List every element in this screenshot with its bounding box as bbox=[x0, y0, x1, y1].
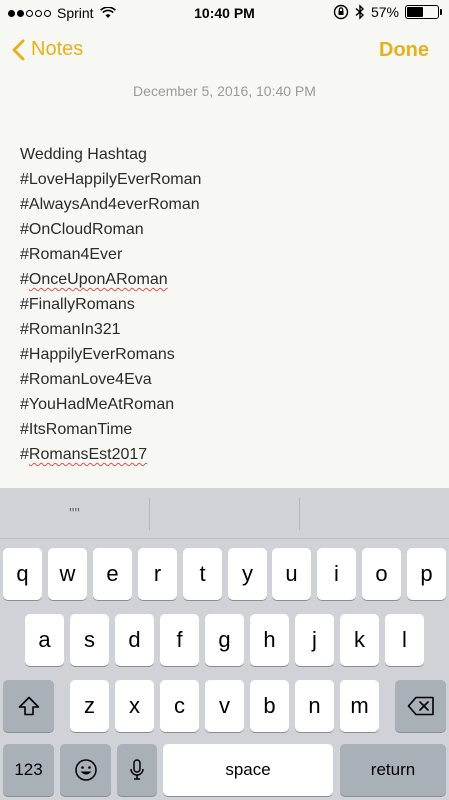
note-line: #AlwaysAnd4everRoman bbox=[20, 196, 200, 213]
status-bar: Sprint 10:40 PM 57% bbox=[0, 0, 449, 26]
key-s[interactable]: s bbox=[70, 614, 109, 666]
prediction-1[interactable]: "" bbox=[0, 488, 149, 538]
key-m[interactable]: m bbox=[340, 680, 379, 732]
note-line: #ItsRomanTime bbox=[20, 421, 133, 438]
numbers-key[interactable]: 123 bbox=[3, 744, 54, 796]
back-button[interactable]: Notes bbox=[12, 38, 83, 61]
key-j[interactable]: j bbox=[295, 614, 334, 666]
note-line: #LoveHappilyEverRoman bbox=[20, 171, 202, 188]
chevron-left-icon bbox=[12, 39, 25, 60]
microphone-icon bbox=[130, 759, 144, 780]
emoji-key[interactable] bbox=[60, 744, 111, 796]
key-r[interactable]: r bbox=[138, 548, 177, 600]
key-k[interactable]: k bbox=[340, 614, 379, 666]
key-f[interactable]: f bbox=[160, 614, 199, 666]
note-line: #OnCloudRoman bbox=[20, 221, 144, 238]
shift-key[interactable] bbox=[3, 680, 54, 732]
delete-key[interactable] bbox=[395, 680, 446, 732]
key-g[interactable]: g bbox=[205, 614, 244, 666]
key-i[interactable]: i bbox=[317, 548, 356, 600]
key-n[interactable]: n bbox=[295, 680, 334, 732]
backspace-icon bbox=[407, 696, 434, 716]
key-a[interactable]: a bbox=[25, 614, 64, 666]
prediction-2[interactable] bbox=[150, 488, 299, 538]
note-date: December 5, 2016, 10:40 PM bbox=[133, 83, 316, 99]
note-line: #RomansEst2017 bbox=[20, 444, 201, 469]
keyboard: "" q w e r t y u i o p a s d f g h j k l… bbox=[0, 488, 449, 800]
key-z[interactable]: z bbox=[70, 680, 109, 732]
battery-percent: 57% bbox=[370, 4, 399, 20]
key-p[interactable]: p bbox=[407, 548, 446, 600]
key-o[interactable]: o bbox=[362, 548, 401, 600]
key-e[interactable]: e bbox=[93, 548, 132, 600]
note-line: #OnceUponARoman bbox=[20, 269, 201, 294]
note-line: Wedding Hashtag bbox=[20, 146, 147, 163]
note-line: #Roman4Ever bbox=[20, 246, 123, 263]
battery-icon bbox=[405, 5, 442, 19]
back-label: Notes bbox=[31, 38, 84, 60]
shift-icon bbox=[18, 696, 39, 716]
key-y[interactable]: y bbox=[228, 548, 267, 600]
navigation-bar: Notes Done bbox=[0, 26, 449, 76]
predictive-bar: "" bbox=[0, 488, 449, 539]
key-v[interactable]: v bbox=[205, 680, 244, 732]
note-line: #FinallyRomans bbox=[20, 296, 135, 313]
key-u[interactable]: u bbox=[272, 548, 311, 600]
done-button[interactable]: Done bbox=[379, 39, 429, 62]
emoji-icon bbox=[74, 759, 97, 781]
key-h[interactable]: h bbox=[250, 614, 289, 666]
space-key[interactable]: space bbox=[163, 744, 333, 796]
bluetooth-icon bbox=[355, 4, 364, 20]
key-q[interactable]: q bbox=[3, 548, 42, 600]
key-d[interactable]: d bbox=[115, 614, 154, 666]
dictation-key[interactable] bbox=[117, 744, 157, 796]
misspelled-word: OnceUponARoman bbox=[28, 271, 168, 288]
return-key[interactable]: return bbox=[340, 744, 446, 796]
note-line: #RomanLove4Eva bbox=[20, 371, 152, 388]
key-c[interactable]: c bbox=[160, 680, 199, 732]
rotation-lock-icon bbox=[333, 4, 349, 20]
note-line: #YouHadMeAtRoman bbox=[20, 396, 175, 413]
key-l[interactable]: l bbox=[385, 614, 424, 666]
prediction-3[interactable] bbox=[300, 488, 449, 538]
key-t[interactable]: t bbox=[183, 548, 222, 600]
note-line-prefix: # bbox=[20, 446, 29, 463]
note-body[interactable]: Wedding Hashtag #LoveHappilyEverRoman #A… bbox=[20, 144, 201, 469]
note-line-prefix: # bbox=[20, 271, 29, 288]
misspelled-word: RomansEst2017 bbox=[28, 446, 148, 463]
note-line: #HappilyEverRomans bbox=[20, 346, 175, 363]
status-right: 57% bbox=[333, 4, 442, 20]
key-b[interactable]: b bbox=[250, 680, 289, 732]
key-w[interactable]: w bbox=[48, 548, 87, 600]
note-line: #RomanIn321 bbox=[20, 321, 121, 338]
key-x[interactable]: x bbox=[115, 680, 154, 732]
